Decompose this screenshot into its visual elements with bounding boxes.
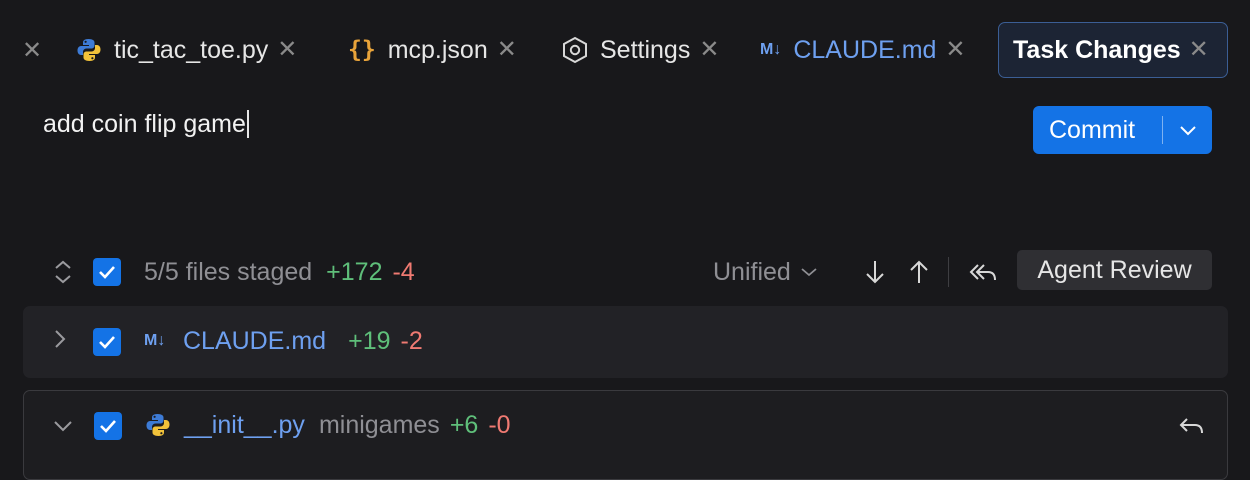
view-mode-label: Unified xyxy=(713,257,791,286)
hexagon-settings-icon xyxy=(562,36,588,64)
file-info: CLAUDE.md +19 -2 xyxy=(183,327,423,356)
revert-file-icon[interactable] xyxy=(1178,415,1204,437)
file-additions: +6 xyxy=(449,411,479,439)
tab-label: tic_tac_toe.py xyxy=(114,35,269,64)
next-change-arrow-down-icon[interactable] xyxy=(864,250,886,294)
tab-settings[interactable]: Settings ✕ xyxy=(562,22,719,78)
divider xyxy=(948,257,949,287)
close-icon[interactable]: ✕ xyxy=(22,22,42,78)
python-icon xyxy=(76,37,102,63)
expand-collapse-all-icon[interactable] xyxy=(52,250,74,294)
tab-label: CLAUDE.md xyxy=(793,35,937,64)
commit-message-text: add coin flip game xyxy=(43,110,246,138)
tab-claude-md[interactable]: M↓ CLAUDE.md ✕ xyxy=(760,22,966,78)
close-icon[interactable]: ✕ xyxy=(497,38,517,62)
chevron-down-icon[interactable] xyxy=(52,419,74,433)
file-deletions: -0 xyxy=(488,411,511,439)
close-icon[interactable]: ✕ xyxy=(699,38,719,62)
previous-change-arrow-up-icon[interactable] xyxy=(908,250,930,294)
total-additions: +172 xyxy=(326,257,383,286)
checkmark-icon xyxy=(93,258,121,286)
tab-tic-tac-toe[interactable]: tic_tac_toe.py ✕ xyxy=(76,22,297,78)
tab-label: Settings xyxy=(600,35,691,64)
file-directory: minigames xyxy=(318,411,440,439)
tab-label: mcp.json xyxy=(387,35,488,64)
file-additions: +19 xyxy=(348,327,391,355)
staging-toolbar: 5/5 files staged +172 -4 Unified Agent R… xyxy=(0,250,1250,294)
file-row[interactable]: M↓ CLAUDE.md +19 -2 xyxy=(23,306,1228,378)
file-row[interactable]: __init__.py minigames +6 -0 xyxy=(23,390,1228,480)
agent-review-button[interactable]: Agent Review xyxy=(1017,250,1212,290)
commit-button[interactable]: Commit xyxy=(1033,116,1162,145)
chevron-right-icon[interactable] xyxy=(53,328,67,350)
revert-all-icon[interactable] xyxy=(968,250,998,294)
staged-summary: 5/5 files staged +172 -4 xyxy=(144,250,415,294)
tab-bar: ✕ tic_tac_toe.py ✕ {} mcp.json ✕ Setting… xyxy=(0,22,1250,80)
file-name: CLAUDE.md xyxy=(183,327,327,355)
markdown-icon: M↓ xyxy=(144,332,166,349)
chevron-down-icon xyxy=(801,268,817,277)
commit-options-button[interactable] xyxy=(1163,124,1212,136)
close-icon[interactable]: ✕ xyxy=(277,38,297,62)
staged-count: 5/5 files staged xyxy=(144,257,313,286)
close-icon[interactable]: ✕ xyxy=(945,38,965,62)
tab-task-changes[interactable]: Task Changes ✕ xyxy=(998,22,1228,78)
braces-icon: {} xyxy=(348,37,376,63)
chevron-down-icon xyxy=(1179,126,1196,136)
checkmark-icon xyxy=(93,328,121,356)
file-stage-checkbox[interactable] xyxy=(93,328,121,356)
file-deletions: -2 xyxy=(400,327,423,355)
view-mode-dropdown[interactable]: Unified xyxy=(713,250,817,294)
file-name: __init__.py xyxy=(184,411,305,439)
text-cursor xyxy=(246,110,249,138)
stage-all-checkbox[interactable] xyxy=(93,250,121,294)
file-info: __init__.py minigames +6 -0 xyxy=(184,411,511,440)
file-stage-checkbox[interactable] xyxy=(94,412,122,440)
commit-message-input[interactable]: add coin flip game xyxy=(43,110,249,139)
tab-label: Task Changes xyxy=(1013,35,1181,64)
markdown-icon: M↓ xyxy=(760,41,782,58)
tab-mcp-json[interactable]: {} mcp.json ✕ xyxy=(348,22,517,78)
python-icon xyxy=(145,412,171,438)
checkmark-icon xyxy=(94,412,122,440)
close-icon[interactable]: ✕ xyxy=(1189,38,1209,62)
commit-split-button: Commit xyxy=(1033,106,1212,154)
total-deletions: -4 xyxy=(392,257,415,286)
